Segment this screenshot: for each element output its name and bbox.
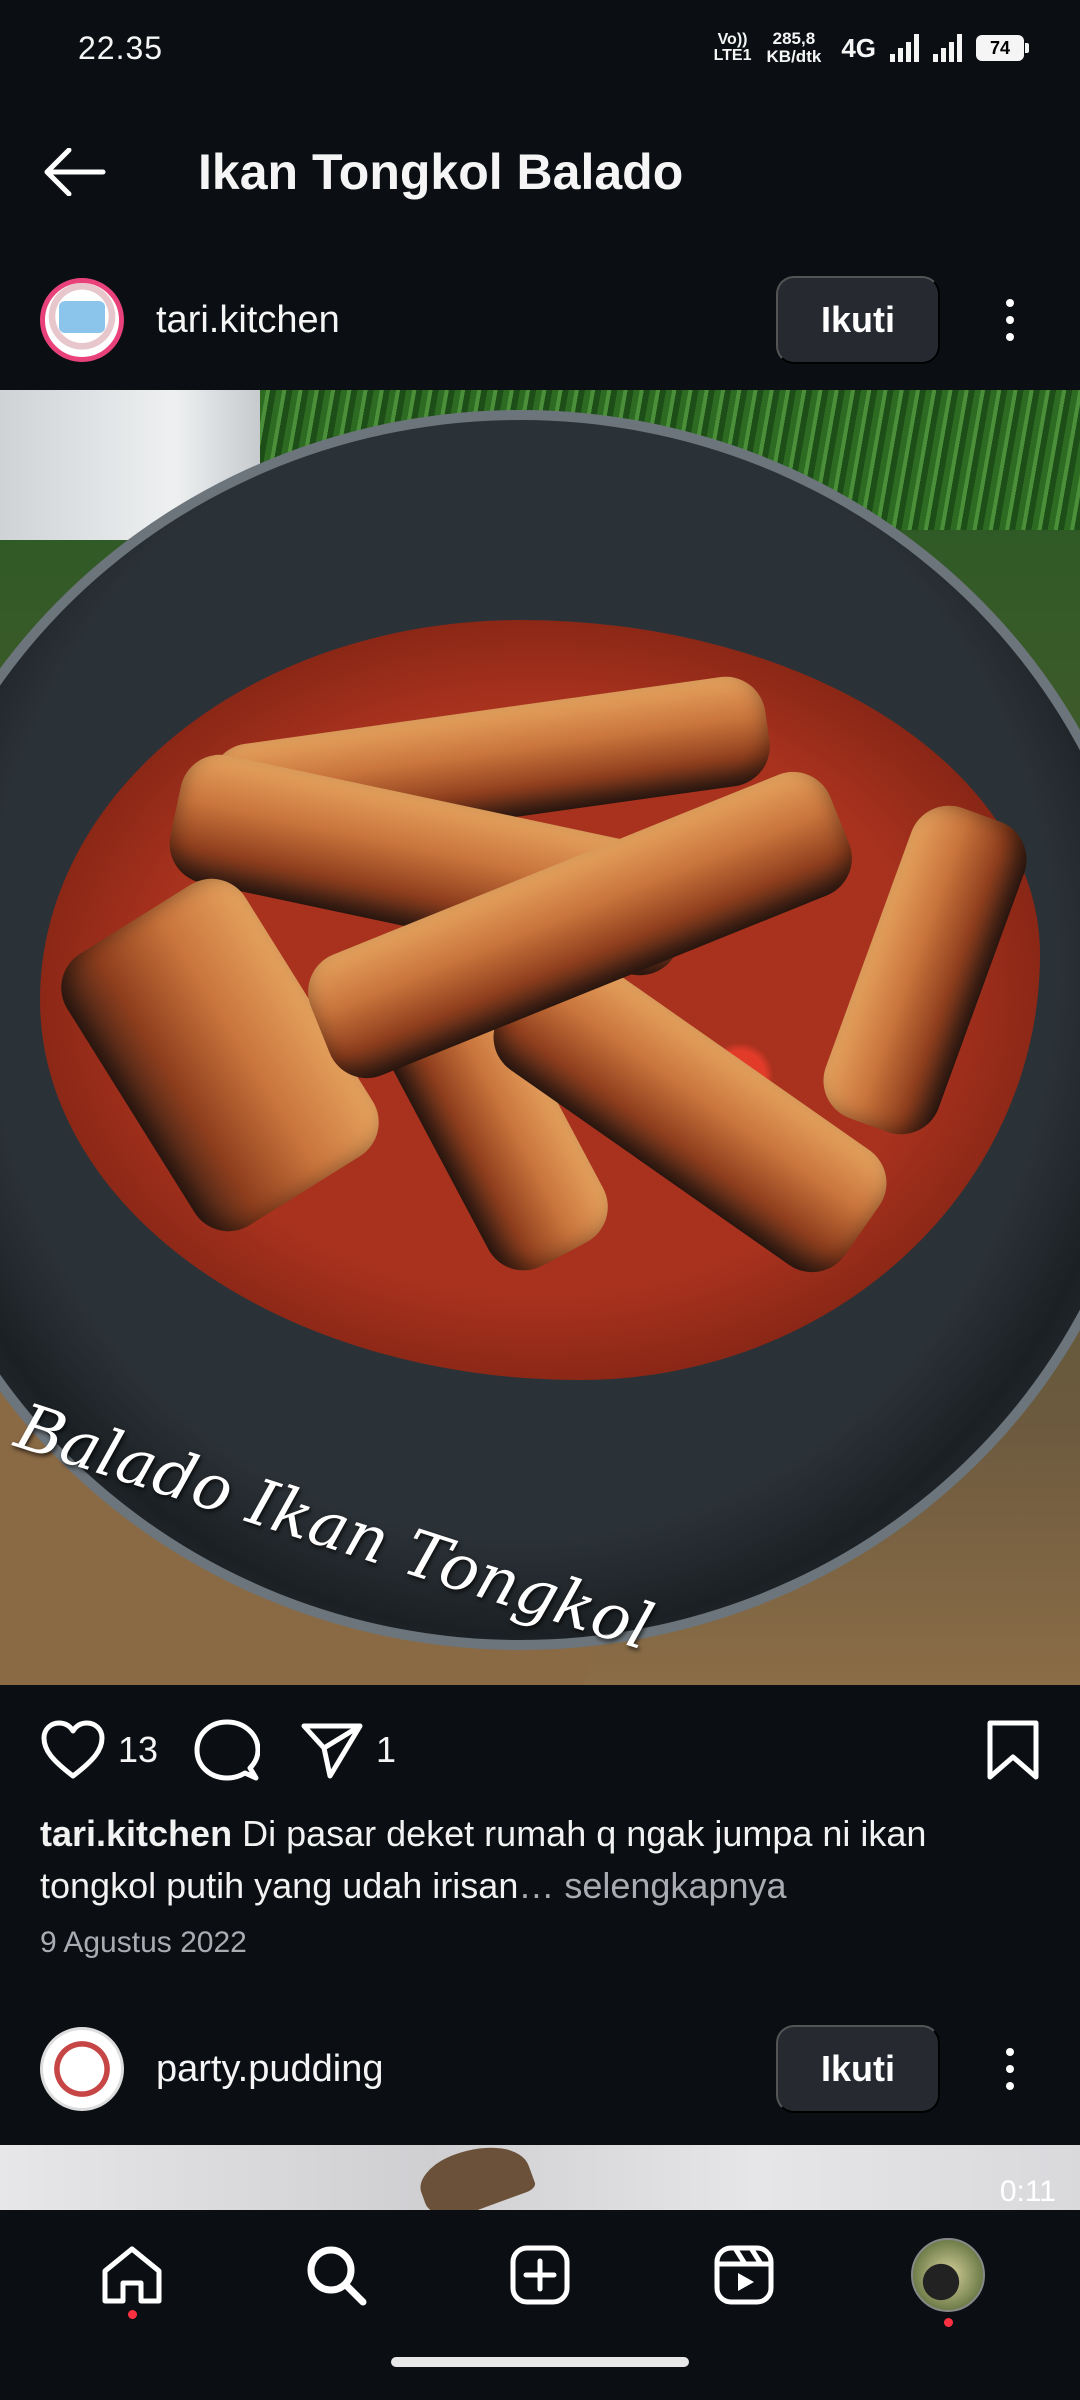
post-username[interactable]: party.pudding bbox=[156, 2048, 776, 2091]
battery-level: 74 bbox=[989, 37, 1011, 58]
see-more-link[interactable]: … selengkapnya bbox=[518, 1865, 786, 1906]
like-action[interactable]: 13 bbox=[40, 1720, 158, 1780]
caption-username[interactable]: tari.kitchen bbox=[40, 1813, 232, 1854]
comment-action[interactable] bbox=[194, 1718, 261, 1782]
next-post-media[interactable]: 0:11 bbox=[0, 2145, 1080, 2211]
avatar[interactable] bbox=[40, 2027, 124, 2111]
back-button[interactable] bbox=[0, 110, 150, 234]
media-preview-graphic bbox=[413, 2145, 537, 2211]
video-duration: 0:11 bbox=[999, 2175, 1056, 2208]
status-icons: Vo)) LTE1 285,8 KB/dtk 4G 74 bbox=[713, 30, 1029, 66]
post-caption: tari.kitchen Di pasar deket rumah q ngak… bbox=[40, 1808, 1040, 1912]
post-header: tari.kitchen Ikuti bbox=[0, 250, 1080, 390]
network-speed-value: 285,8 bbox=[772, 29, 816, 48]
nav-profile[interactable] bbox=[898, 2225, 998, 2327]
nav-search[interactable] bbox=[286, 2225, 386, 2325]
notification-dot bbox=[944, 2318, 953, 2327]
post-image[interactable]: Balado Ikan Tongkol bbox=[0, 390, 1080, 1685]
create-icon[interactable] bbox=[509, 2244, 571, 2306]
page-title: Ikan Tongkol Balado bbox=[198, 144, 684, 200]
profile-avatar[interactable] bbox=[911, 2238, 985, 2312]
follow-button[interactable]: Ikuti bbox=[776, 276, 940, 364]
notification-dot bbox=[128, 2310, 137, 2319]
search-icon[interactable] bbox=[305, 2244, 367, 2306]
bookmark-icon[interactable] bbox=[986, 1719, 1040, 1781]
nav-create[interactable] bbox=[490, 2225, 590, 2325]
post-actions: 13 1 bbox=[0, 1695, 1080, 1805]
post-username[interactable]: tari.kitchen bbox=[156, 299, 776, 342]
next-post-header: party.pudding Ikuti bbox=[0, 1999, 1080, 2139]
send-icon[interactable] bbox=[300, 1720, 364, 1780]
top-app-bar: Ikan Tongkol Balado bbox=[0, 110, 1080, 234]
comment-icon[interactable] bbox=[194, 1718, 261, 1782]
share-action[interactable]: 1 bbox=[300, 1720, 396, 1780]
heart-icon[interactable] bbox=[40, 1720, 106, 1780]
nav-reels[interactable] bbox=[694, 2225, 794, 2325]
status-time: 22.35 bbox=[78, 29, 164, 66]
status-bar: 22.35 Vo)) LTE1 285,8 KB/dtk 4G 74 bbox=[0, 0, 1080, 96]
like-count[interactable]: 13 bbox=[118, 1729, 158, 1771]
signal-icon bbox=[890, 34, 919, 62]
more-options-icon[interactable] bbox=[980, 276, 1040, 364]
volte-indicator: Vo)) LTE1 bbox=[713, 31, 752, 64]
avatar[interactable] bbox=[40, 278, 124, 362]
save-action[interactable] bbox=[986, 1719, 1040, 1781]
network-type: 4G bbox=[841, 32, 876, 63]
network-speed: 285,8 KB/dtk bbox=[767, 30, 822, 66]
arrow-left-icon bbox=[44, 148, 106, 196]
share-count[interactable]: 1 bbox=[376, 1729, 396, 1771]
nav-home[interactable] bbox=[82, 2225, 182, 2325]
reels-icon[interactable] bbox=[713, 2244, 775, 2306]
more-options-icon[interactable] bbox=[980, 2025, 1040, 2113]
bottom-navigation bbox=[0, 2210, 1080, 2400]
follow-button[interactable]: Ikuti bbox=[776, 2025, 940, 2113]
home-icon[interactable] bbox=[101, 2245, 163, 2305]
signal-icon-2 bbox=[933, 34, 962, 62]
battery-icon: 74 bbox=[976, 35, 1029, 61]
home-indicator[interactable] bbox=[391, 2357, 689, 2367]
network-speed-unit: KB/dtk bbox=[766, 47, 822, 66]
post-date: 9 Agustus 2022 bbox=[40, 1926, 247, 1959]
